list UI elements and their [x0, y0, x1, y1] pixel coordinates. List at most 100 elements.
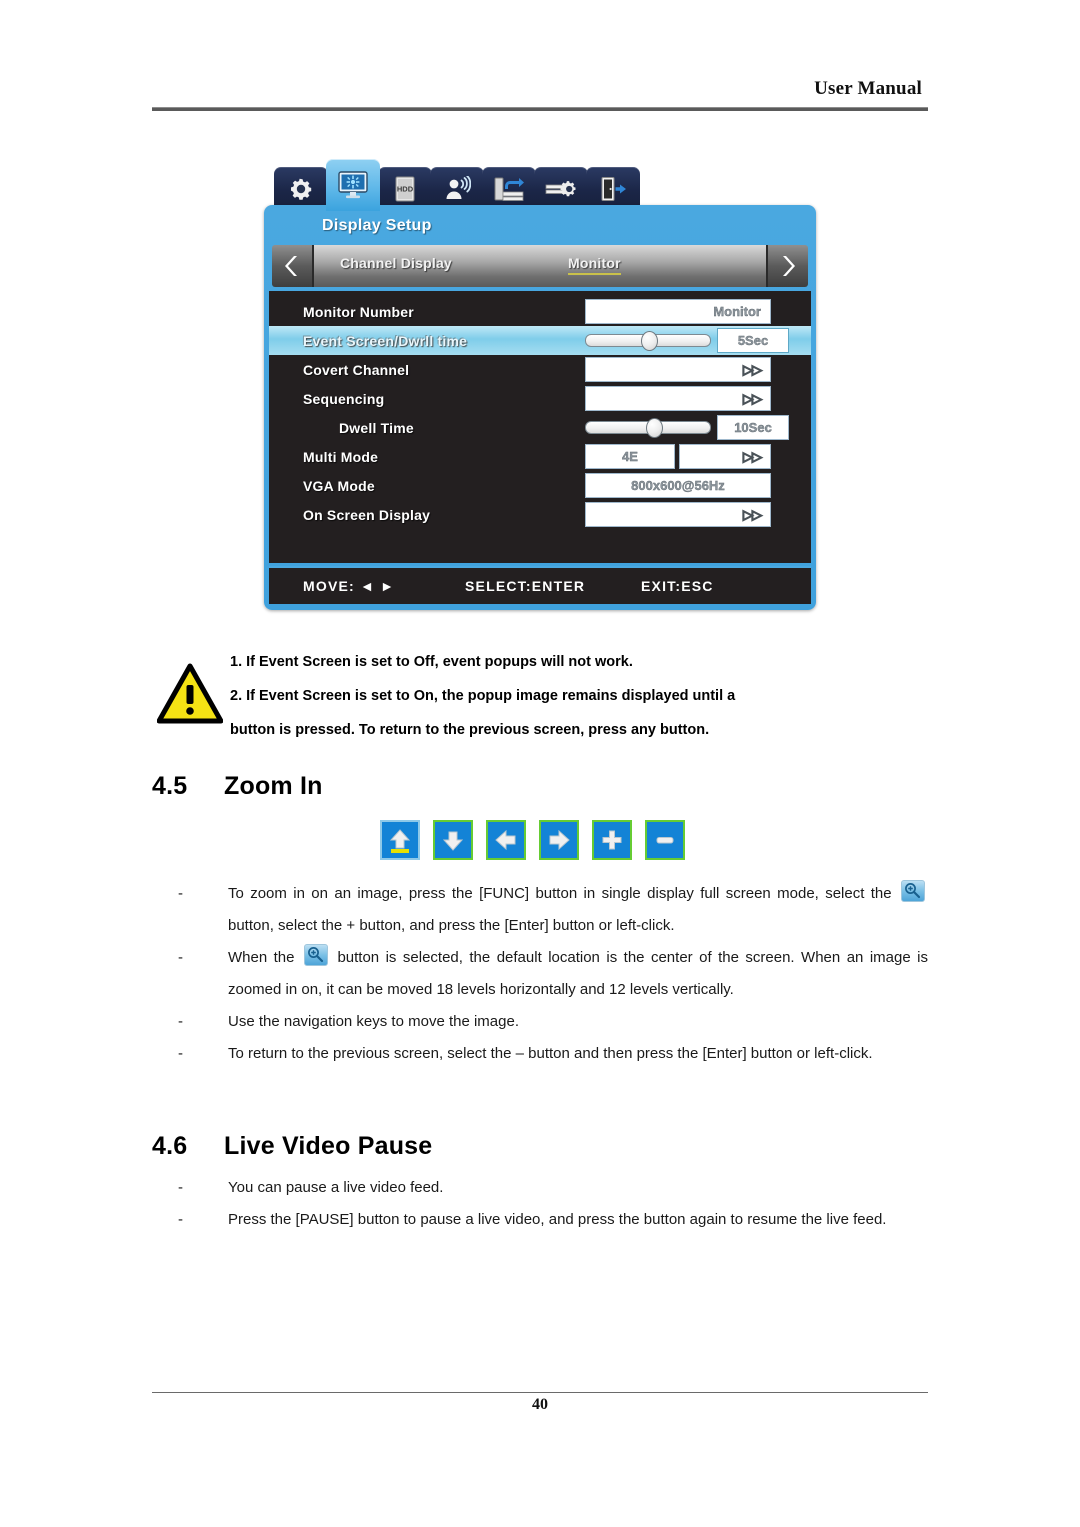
- multi-mode-value-field[interactable]: 4E: [585, 444, 675, 469]
- arrow-down-icon: [442, 831, 464, 851]
- osd-hint-bar: MOVE: ◄ ► SELECT:ENTER EXIT:ESC: [269, 566, 811, 604]
- osd-prev-button[interactable]: [272, 245, 312, 287]
- page-header-title: User Manual: [814, 78, 922, 99]
- svg-text:HDD: HDD: [397, 185, 414, 194]
- osd-panel-title: Display Setup: [322, 217, 432, 234]
- vga-mode-value: 800x600@56Hz: [631, 478, 725, 493]
- warning-note-line-3: button is pressed. To return to the prev…: [230, 722, 710, 738]
- osd-panel: Display Setup Channel Display Monitor Mo…: [264, 205, 816, 610]
- device-import-icon: [494, 177, 524, 201]
- warning-triangle-icon: [157, 663, 223, 724]
- warning-note-line-2: 2. If Event Screen is set to On, the pop…: [230, 688, 736, 704]
- bullet-pause-2: - Press the [PAUSE] button to pause a li…: [178, 1204, 928, 1236]
- osd-row-dwell-time[interactable]: Dwell Time 10Sec: [269, 413, 811, 442]
- dwell-time-slider[interactable]: [585, 415, 711, 440]
- slider-track: [585, 418, 711, 438]
- bullet-pause-1: - You can pause a live video feed.: [178, 1172, 928, 1204]
- bullet-text-part1: When the: [228, 949, 295, 966]
- zoom-out-button[interactable]: [645, 820, 685, 860]
- event-screen-value-field[interactable]: 5Sec: [717, 328, 789, 353]
- warning-note-line-1: 1. If Event Screen is set to Off, event …: [230, 654, 633, 670]
- arrow-left-icon: [495, 829, 516, 851]
- arrow-right-icon: [549, 829, 570, 851]
- osd-row-on-screen-display[interactable]: On Screen Display ▷▷: [269, 500, 811, 529]
- warning-note-text: 1. If Event Screen is set to Off, event …: [230, 645, 930, 747]
- osd-hint-select: SELECT:ENTER: [465, 578, 586, 594]
- osd-nav-items: Channel Display Monitor: [312, 245, 768, 287]
- covert-channel-field[interactable]: ▷▷: [585, 357, 771, 382]
- osd-row-label: Dwell Time: [339, 419, 414, 436]
- slider-knob[interactable]: [645, 418, 663, 438]
- bullet-text-part1: To zoom in on an image, press the [FUNC]…: [228, 885, 892, 902]
- bullet-text: You can pause a live video feed.: [228, 1179, 444, 1196]
- osd-row-label: On Screen Display: [303, 506, 431, 523]
- zoom-right-button[interactable]: [539, 820, 579, 860]
- zoom-down-button[interactable]: [433, 820, 473, 860]
- osd-row-label: Sequencing: [303, 390, 385, 407]
- osd-nav-item-channel-display[interactable]: Channel Display: [340, 255, 452, 271]
- multi-mode-submenu-field[interactable]: ▷▷: [679, 444, 771, 469]
- section-title: Zoom In: [224, 772, 323, 800]
- sequencing-field[interactable]: ▷▷: [585, 386, 771, 411]
- zoom-control-button-strip: [380, 820, 685, 860]
- gear-icon: [291, 178, 312, 200]
- osd-row-sequencing[interactable]: Sequencing ▷▷: [269, 384, 811, 413]
- osd-settings-list: Monitor Number Monitor Event Screen/Dwrl…: [269, 291, 811, 563]
- dwell-time-value-field[interactable]: 10Sec: [717, 415, 789, 440]
- slider-knob[interactable]: [640, 331, 658, 351]
- minus-icon: [656, 837, 674, 844]
- section-heading-zoom-in: 4.5 Zoom In: [152, 772, 323, 801]
- vga-mode-field[interactable]: 800x600@56Hz: [585, 473, 771, 498]
- osd-navbar: Channel Display Monitor: [272, 245, 808, 287]
- slider-track: [585, 331, 711, 351]
- manual-page: User Manual HDD Display Setup Channel Di…: [0, 0, 1080, 1527]
- osd-hint-exit: EXIT:ESC: [641, 578, 714, 594]
- monitor-icon: [338, 171, 368, 199]
- monitor-number-value: Monitor: [713, 304, 761, 319]
- bullet-dash: -: [178, 949, 183, 966]
- magnifier-plus-icon: [901, 880, 925, 902]
- monitor-number-field[interactable]: Monitor: [585, 299, 771, 324]
- event-screen-value: 5Sec: [737, 333, 769, 348]
- osd-row-covert-channel[interactable]: Covert Channel ▷▷: [269, 355, 811, 384]
- arrow-up-icon: [389, 829, 411, 853]
- zoom-left-button[interactable]: [486, 820, 526, 860]
- chevron-right-icon: [783, 256, 795, 276]
- event-screen-slider[interactable]: [585, 328, 711, 353]
- bullet-zoom-2: - When the button is selected, the defau…: [178, 942, 928, 1006]
- bullet-text: Use the navigation keys to move the imag…: [228, 1013, 519, 1030]
- osd-row-multi-mode[interactable]: Multi Mode 4E ▷▷: [269, 442, 811, 471]
- osd-row-monitor-number[interactable]: Monitor Number Monitor: [269, 297, 811, 326]
- zoom-in-button[interactable]: [592, 820, 632, 860]
- bullet-text: To return to the previous screen, select…: [228, 1045, 873, 1062]
- bullet-zoom-1: - To zoom in on an image, press the [FUN…: [178, 878, 928, 942]
- section-title: Live Video Pause: [224, 1132, 433, 1160]
- osd-row-label: VGA Mode: [303, 477, 375, 494]
- exit-door-icon: [601, 177, 626, 201]
- osd-row-event-screen-dwell-time[interactable]: Event Screen/Dwrll time 5Sec: [269, 326, 811, 355]
- bullet-dash: -: [178, 885, 183, 902]
- dwell-time-value: 10Sec: [734, 420, 772, 435]
- page-number: 40: [532, 1396, 548, 1413]
- double-chevron-right-icon: ▷▷: [743, 361, 763, 377]
- osd-row-vga-mode[interactable]: VGA Mode 800x600@56Hz: [269, 471, 811, 500]
- device-gear-icon: [545, 181, 576, 197]
- bullet-zoom-4: - To return to the previous screen, sele…: [178, 1038, 928, 1070]
- section-number: 4.6: [152, 1132, 188, 1160]
- bullet-dash: -: [178, 1013, 183, 1030]
- bullet-text: Press the [PAUSE] button to pause a live…: [228, 1211, 887, 1228]
- osd-next-button[interactable]: [768, 245, 808, 287]
- footer-rule: [152, 1392, 928, 1393]
- osd-row-label: Multi Mode: [303, 448, 379, 465]
- zoom-up-button[interactable]: [380, 820, 420, 860]
- bullet-dash: -: [178, 1211, 183, 1228]
- on-screen-display-field[interactable]: ▷▷: [585, 502, 771, 527]
- osd-row-label: Event Screen/Dwrll time: [303, 332, 468, 349]
- bullet-dash: -: [178, 1179, 183, 1196]
- osd-nav-item-monitor[interactable]: Monitor: [568, 255, 621, 275]
- magnifier-plus-icon: [303, 944, 328, 966]
- bullet-text-part2: button, select the + button, and press t…: [228, 917, 675, 934]
- osd-row-label: Monitor Number: [303, 303, 414, 320]
- user-audio-icon: [446, 176, 471, 199]
- display-setup-tab[interactable]: [326, 159, 380, 211]
